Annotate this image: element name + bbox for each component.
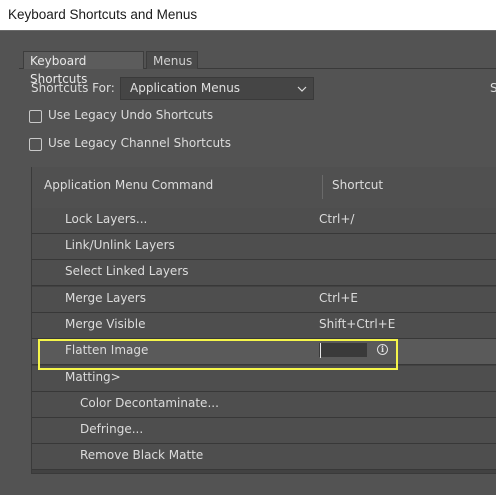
legacy-channel-label: Use Legacy Channel Shortcuts bbox=[48, 136, 232, 150]
table-row[interactable]: Merge Layers Ctrl+E bbox=[32, 287, 496, 313]
table-row[interactable]: Link/Unlink Layers bbox=[32, 234, 496, 260]
table-row[interactable]: Select Linked Layers bbox=[32, 260, 496, 286]
table-bottom-border bbox=[31, 473, 496, 474]
command-label: Color Decontaminate... bbox=[80, 396, 219, 410]
command-label: Flatten Image bbox=[65, 343, 149, 357]
command-label: Remove Black Matte bbox=[80, 448, 204, 462]
shortcuts-for-select[interactable]: Application Menus bbox=[120, 77, 314, 100]
window-title: Keyboard Shortcuts and Menus bbox=[0, 0, 496, 30]
command-label: Matting> bbox=[65, 370, 121, 384]
tab-menus[interactable]: Menus bbox=[146, 51, 198, 69]
shortcut-input[interactable] bbox=[319, 343, 367, 357]
command-label: Link/Unlink Layers bbox=[65, 238, 175, 252]
table-row[interactable]: Defringe... bbox=[32, 418, 496, 444]
command-label: Merge Visible bbox=[65, 317, 146, 331]
legacy-undo-checkbox[interactable] bbox=[29, 110, 42, 123]
table-row-selected[interactable]: Flatten Image i bbox=[32, 339, 496, 365]
table-row[interactable]: Color Decontaminate... bbox=[32, 392, 496, 418]
command-label: Select Linked Layers bbox=[65, 264, 189, 278]
table-row[interactable]: Lock Layers... Ctrl+/ bbox=[32, 208, 496, 234]
legacy-channel-checkbox[interactable] bbox=[29, 138, 42, 151]
shortcuts-for-value: Application Menus bbox=[130, 81, 241, 95]
table-row[interactable]: Remove Black Matte bbox=[32, 444, 496, 470]
shortcut-value: Shift+Ctrl+E bbox=[319, 317, 396, 331]
shortcut-value: Ctrl+/ bbox=[319, 212, 355, 226]
edge-truncated-label: S bbox=[490, 81, 496, 95]
column-divider[interactable] bbox=[322, 175, 323, 199]
text-caret bbox=[320, 343, 321, 358]
table-row[interactable]: Matting> bbox=[32, 366, 496, 392]
tab-keyboard-shortcuts[interactable]: Keyboard Shortcuts bbox=[23, 51, 144, 86]
command-label: Merge Layers bbox=[65, 291, 146, 305]
column-header-command[interactable]: Application Menu Command bbox=[44, 178, 213, 192]
command-label: Lock Layers... bbox=[65, 212, 148, 226]
shortcut-value: Ctrl+E bbox=[319, 291, 358, 305]
table-row[interactable]: Merge Visible Shift+Ctrl+E bbox=[32, 313, 496, 339]
shortcuts-table: Application Menu Command Shortcut Lock L… bbox=[31, 167, 496, 473]
legacy-undo-label: Use Legacy Undo Shortcuts bbox=[48, 108, 214, 122]
shortcuts-for-label: Shortcuts For: bbox=[31, 81, 115, 95]
chevron-down-icon bbox=[297, 86, 307, 92]
title-divider bbox=[0, 30, 496, 31]
info-icon[interactable]: i bbox=[377, 344, 388, 355]
column-header-shortcut[interactable]: Shortcut bbox=[332, 178, 383, 192]
command-label: Defringe... bbox=[80, 422, 144, 436]
